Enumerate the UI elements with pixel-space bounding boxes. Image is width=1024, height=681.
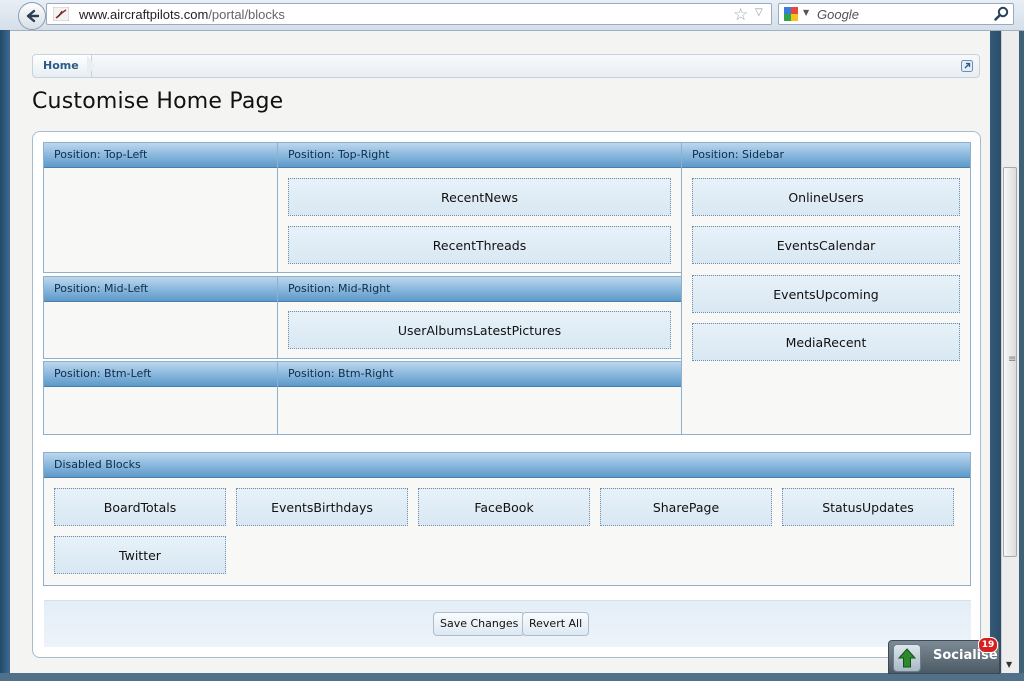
back-button[interactable] bbox=[18, 2, 46, 30]
google-engine-icon bbox=[784, 7, 798, 21]
save-changes-button[interactable]: Save Changes bbox=[433, 612, 526, 636]
position-btm-left-header: Position: Btm-Left bbox=[44, 362, 277, 387]
block-events-calendar[interactable]: EventsCalendar bbox=[692, 226, 960, 264]
block-online-users[interactable]: OnlineUsers bbox=[692, 178, 960, 216]
block-twitter[interactable]: Twitter bbox=[54, 536, 226, 574]
scrollbar-grip-icon: ≡ bbox=[1008, 354, 1017, 365]
form-footer: Save Changes Revert All bbox=[44, 600, 971, 647]
block-user-albums-latest-pictures[interactable]: UserAlbumsLatestPictures bbox=[288, 311, 671, 349]
scroll-down-arrow-icon[interactable]: ▼ bbox=[1006, 660, 1012, 669]
bookmark-star-icon[interactable]: ☆ bbox=[733, 5, 748, 25]
block-recent-news[interactable]: RecentNews bbox=[288, 178, 671, 216]
search-bar[interactable]: ▼ Google bbox=[778, 3, 1014, 25]
position-top-right[interactable]: Position: Top-Right RecentNews RecentThr… bbox=[277, 142, 682, 273]
block-status-updates[interactable]: StatusUpdates bbox=[782, 488, 954, 526]
block-board-totals[interactable]: BoardTotals bbox=[54, 488, 226, 526]
arrow-up-icon bbox=[893, 644, 921, 672]
position-btm-right[interactable]: Position: Btm-Right bbox=[277, 361, 682, 435]
block-events-birthdays[interactable]: EventsBirthdays bbox=[236, 488, 408, 526]
block-recent-threads[interactable]: RecentThreads bbox=[288, 226, 671, 264]
position-top-left[interactable]: Position: Top-Left bbox=[43, 142, 278, 273]
block-facebook[interactable]: FaceBook bbox=[418, 488, 590, 526]
site-favicon-icon bbox=[53, 7, 69, 21]
browser-toolbar: www.aircraftpilots.com/portal/blocks ☆ ▽… bbox=[0, 0, 1024, 31]
window-bottom-edge bbox=[0, 673, 1024, 681]
vertical-scrollbar[interactable]: ≡ ▼ bbox=[1001, 31, 1019, 673]
position-top-left-header: Position: Top-Left bbox=[44, 143, 277, 168]
page-title: Customise Home Page bbox=[32, 89, 284, 114]
position-mid-right-header: Position: Mid-Right bbox=[278, 277, 681, 302]
position-top-right-header: Position: Top-Right bbox=[278, 143, 681, 168]
block-media-recent[interactable]: MediaRecent bbox=[692, 323, 960, 361]
revert-all-button[interactable]: Revert All bbox=[522, 612, 590, 636]
position-mid-left-header: Position: Mid-Left bbox=[44, 277, 277, 302]
search-input[interactable]: Google bbox=[817, 7, 859, 22]
breadcrumb-home-link[interactable]: Home bbox=[33, 55, 92, 77]
disabled-blocks-header: Disabled Blocks bbox=[44, 453, 970, 478]
scrollbar-thumb[interactable]: ≡ bbox=[1003, 167, 1017, 557]
back-arrow-icon bbox=[26, 9, 40, 23]
history-dropdown-icon[interactable]: ▽ bbox=[755, 7, 763, 18]
position-btm-left[interactable]: Position: Btm-Left bbox=[43, 361, 278, 435]
position-mid-left[interactable]: Position: Mid-Left bbox=[43, 276, 278, 359]
engine-dropdown-icon[interactable]: ▼ bbox=[803, 8, 809, 17]
window-left-edge bbox=[0, 30, 10, 681]
breadcrumb-separator bbox=[87, 55, 95, 77]
address-bar[interactable]: www.aircraftpilots.com/portal/blocks ☆ ▽ bbox=[46, 3, 772, 25]
window-right-edge bbox=[990, 31, 1001, 673]
position-btm-right-header: Position: Btm-Right bbox=[278, 362, 681, 387]
page-viewport: Home Customise Home Page Position: Top-L… bbox=[10, 31, 990, 673]
disabled-blocks[interactable]: Disabled Blocks BoardTotals EventsBirthd… bbox=[43, 452, 971, 586]
position-sidebar-header: Position: Sidebar bbox=[682, 143, 970, 168]
block-events-upcoming[interactable]: EventsUpcoming bbox=[692, 275, 960, 313]
breadcrumb: Home bbox=[32, 54, 980, 78]
search-icon[interactable] bbox=[994, 6, 1009, 21]
notification-badge: 19 bbox=[978, 637, 998, 653]
url-text: www.aircraftpilots.com/portal/blocks bbox=[79, 7, 285, 22]
popout-icon[interactable] bbox=[961, 60, 973, 72]
position-sidebar[interactable]: Position: Sidebar OnlineUsers EventsCale… bbox=[681, 142, 971, 435]
blocks-panel: Position: Top-Left Position: Top-Right R… bbox=[32, 131, 981, 658]
block-share-page[interactable]: SharePage bbox=[600, 488, 772, 526]
position-mid-right[interactable]: Position: Mid-Right UserAlbumsLatestPict… bbox=[277, 276, 682, 359]
